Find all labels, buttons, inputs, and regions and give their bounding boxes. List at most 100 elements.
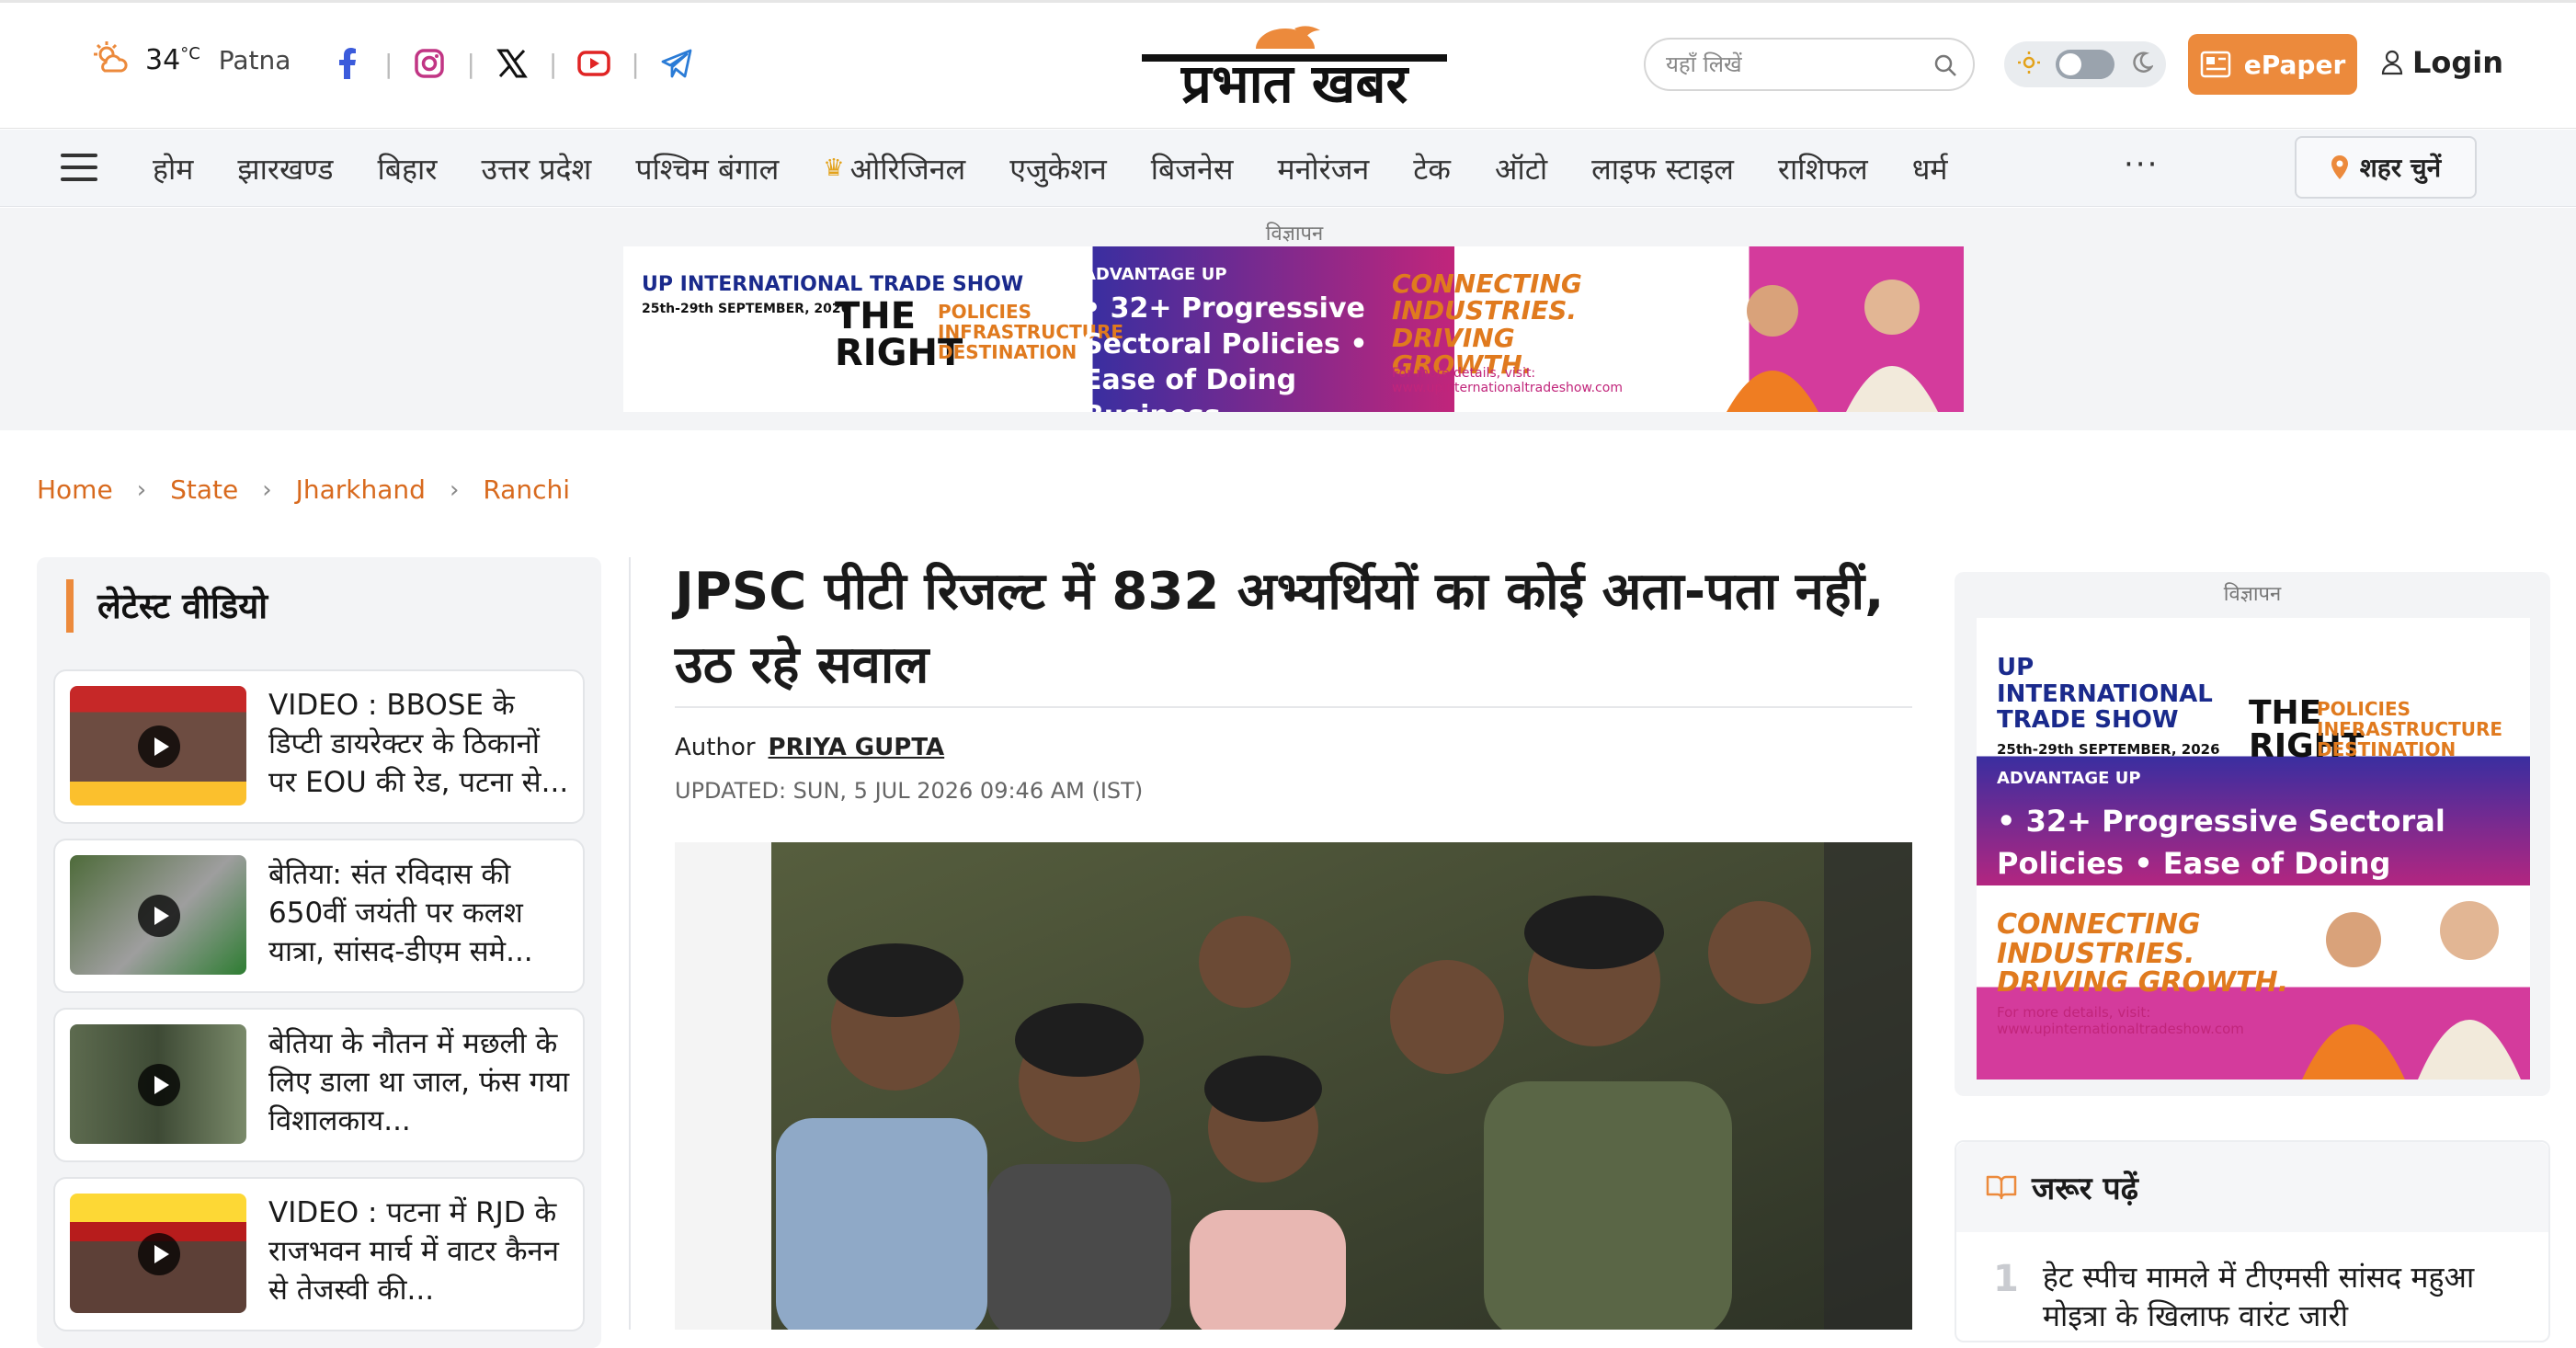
- main-nav: होम झारखण्ड बिहार उत्तर प्रदेश पश्चिम बं…: [0, 130, 2576, 207]
- top-ad-banner[interactable]: UP INTERNATIONAL TRADE SHOW 25th-29th SEP…: [623, 246, 1964, 412]
- svg-text:प्रभात खबर: प्रभात खबर: [1180, 52, 1410, 111]
- must-read-number: 1: [1993, 1258, 2019, 1300]
- search-box[interactable]: [1644, 38, 1975, 91]
- sidebar-ad: विज्ञापन UP INTERNATIONAL TRADE SHOW 25th…: [1955, 572, 2550, 1096]
- instagram-icon[interactable]: [409, 43, 450, 84]
- play-icon[interactable]: [138, 725, 180, 768]
- nav-item-tech[interactable]: टेक: [1413, 149, 1451, 188]
- nav-item-west-bengal[interactable]: पश्चिम बंगाल: [635, 149, 779, 188]
- ad-points: • 32+ Progressive Sectoral Policies • Ea…: [1083, 292, 1368, 412]
- ad-tagline: CONNECTING INDUSTRIES. DRIVING GROWTH.: [1392, 268, 1582, 381]
- author-link[interactable]: PRIYA GUPTA: [769, 734, 945, 761]
- nav-item-business[interactable]: बिजनेस: [1151, 149, 1234, 188]
- sun-icon: [2017, 51, 2041, 78]
- epaper-button[interactable]: ePaper: [2188, 34, 2357, 95]
- breadcrumb-state[interactable]: State: [170, 474, 238, 505]
- video-card[interactable]: बेतिया के नौतन में मछली के लिए डाला था ज…: [53, 1008, 585, 1162]
- x-twitter-icon[interactable]: [492, 43, 532, 84]
- weather-city: Patna: [218, 44, 291, 75]
- nav-list: होम झारखण्ड बिहार उत्तर प्रदेश पश्चिम बं…: [153, 130, 1992, 207]
- video-thumbnail[interactable]: [70, 855, 246, 975]
- prabhat-khabar-logo[interactable]: प्रभात खबर: [1138, 17, 1451, 115]
- video-title[interactable]: बेतिया के नौतन में मछली के लिए डाला था ज…: [268, 1024, 574, 1144]
- search-icon[interactable]: [1932, 52, 1958, 82]
- breadcrumb-jharkhand[interactable]: Jharkhand: [296, 474, 426, 505]
- article-updated: UPDATED: SUN, 5 JUL 2026 09:46 AM (IST): [675, 778, 1144, 804]
- must-read-heading: जरूर पढ़ें: [1956, 1142, 2548, 1232]
- crown-icon: ♛: [823, 154, 845, 182]
- play-icon[interactable]: [138, 1233, 180, 1275]
- sidebar-ad-banner[interactable]: UP INTERNATIONAL TRADE SHOW 25th-29th SEP…: [1977, 618, 2530, 1080]
- breadcrumb-home[interactable]: Home: [37, 474, 113, 505]
- moon-icon: [2129, 51, 2155, 78]
- video-thumbnail[interactable]: [70, 1024, 246, 1144]
- article-hero-image: [675, 842, 1912, 1330]
- temperature: 34°C: [145, 43, 200, 76]
- facebook-icon[interactable]: [327, 43, 368, 84]
- choose-city-button[interactable]: शहर चुनें: [2295, 136, 2477, 199]
- ad-leaders-image: [1727, 280, 1938, 412]
- top-header: 34°C Patna | | | | प्रभात खबर ePaper: [0, 0, 2576, 129]
- nav-item-bihar[interactable]: बिहार: [378, 149, 438, 188]
- video-title[interactable]: बेतिया: संत रविदास की 650वीं जयंती पर कल…: [268, 855, 574, 975]
- article-headline: JPSC पीटी रिजल्ट में 832 अभ्यर्थियों का …: [675, 562, 1885, 695]
- telegram-icon[interactable]: [656, 43, 697, 84]
- login-label: Login: [2412, 45, 2504, 80]
- chevron-right-icon: ›: [262, 475, 272, 504]
- ad-leaders-image: [2302, 901, 2521, 1080]
- video-card[interactable]: VIDEO : पटना में RJD के राजभवन मार्च में…: [53, 1177, 585, 1331]
- social-links: | | | |: [327, 43, 697, 84]
- chevron-right-icon: ›: [449, 475, 460, 504]
- search-input[interactable]: [1666, 49, 1923, 80]
- weather-widget: 34°C Patna: [92, 40, 291, 80]
- nav-item-horoscope[interactable]: राशिफल: [1778, 149, 1868, 188]
- must-read-panel: जरूर पढ़ें 1 हेट स्पीच मामले में टीएमसी …: [1955, 1140, 2550, 1342]
- must-read-title[interactable]: हेट स्पीच मामले में टीएमसी सांसद महुआ मो…: [2043, 1258, 2521, 1335]
- play-icon[interactable]: [138, 1064, 180, 1106]
- video-thumbnail[interactable]: [70, 686, 246, 805]
- location-pin-icon: [2331, 155, 2348, 179]
- more-menu-icon[interactable]: ···: [2124, 146, 2159, 183]
- weather-icon: [92, 40, 129, 80]
- theme-switch[interactable]: [2056, 50, 2114, 79]
- breadcrumb-ranchi[interactable]: Ranchi: [483, 474, 570, 505]
- nav-item-religion[interactable]: धर्म: [1912, 149, 1948, 188]
- video-card[interactable]: VIDEO : BBOSE के डिप्टी डायरेक्टर के ठिक…: [53, 669, 585, 824]
- ad-advantage: ADVANTAGE UP: [1997, 769, 2141, 788]
- nav-item-original[interactable]: ♛ ओरिजिनल: [823, 149, 965, 188]
- headline-divider: [675, 706, 1912, 708]
- column-divider: [629, 557, 631, 1330]
- newspaper-icon: [2200, 51, 2230, 78]
- ad-tagline: CONNECTING INDUSTRIES. DRIVING GROWTH.: [1997, 908, 2289, 999]
- play-icon[interactable]: [138, 895, 180, 937]
- youtube-icon[interactable]: [574, 43, 614, 84]
- ad-policies: POLICIES INFRASTRUCTURE DESTINATION: [2317, 698, 2503, 760]
- nav-item-jharkhand[interactable]: झारखण्ड: [237, 149, 333, 188]
- nav-item-auto[interactable]: ऑटो: [1495, 149, 1547, 188]
- video-card[interactable]: बेतिया: संत रविदास की 650वीं जयंती पर कल…: [53, 839, 585, 993]
- video-thumbnail[interactable]: [70, 1194, 246, 1313]
- nav-item-lifestyle[interactable]: लाइफ स्टाइल: [1591, 149, 1734, 188]
- nav-item-uttar-pradesh[interactable]: उत्तर प्रदेश: [481, 149, 591, 188]
- login-button[interactable]: Login: [2381, 45, 2503, 80]
- ad-label: विज्ञापन: [2223, 583, 2282, 606]
- video-title[interactable]: VIDEO : BBOSE के डिप्टी डायरेक्टर के ठिक…: [268, 686, 574, 805]
- video-title[interactable]: VIDEO : पटना में RJD के राजभवन मार्च में…: [268, 1194, 574, 1313]
- must-read-item[interactable]: 1 हेट स्पीच मामले में टीएमसी सांसद महुआ …: [1993, 1258, 2521, 1335]
- ad-brand: UP INTERNATIONAL TRADE SHOW 25th-29th SEP…: [1997, 654, 2220, 758]
- hamburger-menu-icon[interactable]: [61, 154, 97, 183]
- breadcrumb: Home › State › Jharkhand › Ranchi: [37, 474, 570, 505]
- ad-the-right: THE RIGHT: [2249, 694, 2365, 765]
- ad-advantage: ADVANTAGE UP: [1083, 265, 1227, 284]
- theme-toggle[interactable]: [2004, 41, 2166, 87]
- latest-videos-heading: लेटेस्ट वीडियो: [66, 579, 268, 633]
- ad-url: For more details, visit: www.upinternati…: [1997, 1004, 2244, 1037]
- ad-url: For more details, visit: www.upinternati…: [1392, 366, 1623, 395]
- ad-policies: POLICIES INFRASTRUCTURE DESTINATION: [938, 301, 1124, 363]
- nav-item-education[interactable]: एजुकेशन: [1009, 149, 1107, 188]
- chevron-right-icon: ›: [136, 475, 147, 504]
- epaper-label: ePaper: [2243, 49, 2346, 80]
- nav-item-home[interactable]: होम: [153, 149, 193, 188]
- nav-item-entertainment[interactable]: मनोरंजन: [1277, 149, 1369, 188]
- user-icon: [2381, 50, 2403, 75]
